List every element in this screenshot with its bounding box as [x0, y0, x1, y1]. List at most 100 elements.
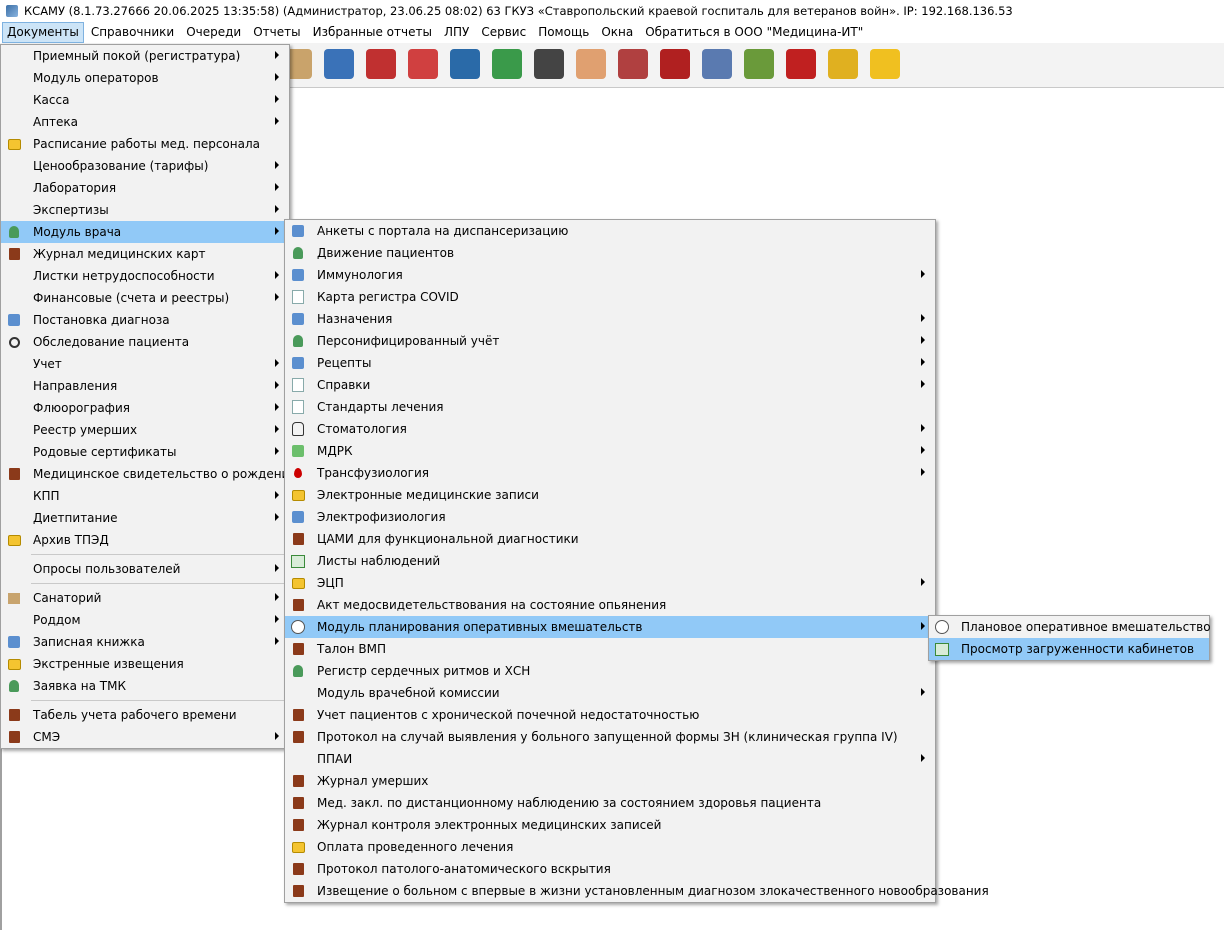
menu1-item[interactable]: Ценообразование (тарифы) [1, 155, 289, 177]
menu1-item[interactable]: Обследование пациента [1, 331, 289, 353]
menu2-item[interactable]: Акт медосвидетельствования на состояние … [285, 594, 935, 616]
menu2-item[interactable]: Стандарты лечения [285, 396, 935, 418]
menu1-item[interactable]: Направления [1, 375, 289, 397]
menu-item-label: Движение пациентов [317, 246, 455, 260]
menu1-item[interactable]: Журнал медицинских карт [1, 243, 289, 265]
nurse-icon[interactable] [576, 49, 606, 79]
medical-card-icon[interactable] [408, 49, 438, 79]
menu1-item[interactable]: Реестр умерших [1, 419, 289, 441]
menu1-item[interactable]: Опросы пользователей [1, 558, 289, 580]
menu3-item[interactable]: Просмотр загруженности кабинетов [929, 638, 1209, 660]
menu1-item[interactable]: Архив ТПЭД [1, 529, 289, 551]
menu2-item[interactable]: Анкеты с портала на диспансеризацию [285, 220, 935, 242]
syringe-book-icon[interactable] [450, 49, 480, 79]
empty-icon-slot [7, 181, 21, 195]
submenu-arrow-icon [921, 446, 925, 454]
menu1-item[interactable]: СМЭ [1, 726, 289, 748]
menu3-item[interactable]: Плановое оперативное вмешательство [929, 616, 1211, 638]
menubar-item-1[interactable]: Справочники [87, 23, 178, 42]
menu-item-label: Листки нетрудоспособности [33, 269, 215, 283]
menu1-item[interactable]: Приемный покой (регистратура) [1, 45, 289, 67]
menu2-item[interactable]: Электронные медицинские записи [285, 484, 935, 506]
menu1-item[interactable]: Медицинское свидетельство о рождении [1, 463, 297, 485]
menubar-item-9[interactable]: Обратиться в ООО "Медицина-ИТ" [641, 23, 867, 42]
menu2-item[interactable]: Модуль врачебной комиссии [285, 682, 935, 704]
menu2-item[interactable]: Листы наблюдений [285, 550, 935, 572]
menu2-item[interactable]: Протокол патолого-анатомического вскрыти… [285, 858, 935, 880]
menu2-item[interactable]: Извещение о больном с впервые в жизни ус… [285, 880, 989, 902]
padlock-icon[interactable] [828, 49, 858, 79]
menu1-item[interactable]: Флюорография [1, 397, 289, 419]
green-icon [291, 444, 305, 458]
menubar-item-8[interactable]: Окна [597, 23, 637, 42]
menu1-item[interactable]: Родовые сертификаты [1, 441, 289, 463]
menu1-item[interactable]: Модуль операторов [1, 67, 289, 89]
menu2-item[interactable]: Назначения [285, 308, 935, 330]
menu1-item[interactable]: Экстренные извещения [1, 653, 289, 675]
menu2-item[interactable]: ЦАМИ для функциональной диагностики [285, 528, 935, 550]
menubar-item-4[interactable]: Избранные отчеты [309, 23, 436, 42]
menu1-item[interactable]: Расписание работы мед. персонала [1, 133, 289, 155]
speech-bubble-icon[interactable] [870, 49, 900, 79]
menu2-item[interactable]: Регистр сердечных ритмов и ХСН [285, 660, 935, 682]
menu-item-label: Роддом [33, 613, 81, 627]
pdf-icon[interactable] [786, 49, 816, 79]
menu2-item[interactable]: Модуль планирования оперативных вмешател… [285, 616, 935, 638]
menu2-item[interactable]: Электрофизиология [285, 506, 935, 528]
menu2-item[interactable]: Оплата проведенного лечения [285, 836, 935, 858]
menubar-item-6[interactable]: Сервис [477, 23, 530, 42]
menu1-item[interactable]: Записная книжка [1, 631, 289, 653]
menu1-item[interactable]: Экспертизы [1, 199, 289, 221]
menubar-item-0[interactable]: Документы [2, 22, 84, 43]
thermometer-icon[interactable] [618, 49, 648, 79]
menu2-item[interactable]: Протокол на случай выявления у больного … [285, 726, 935, 748]
menu2-item[interactable]: Журнал контроля электронных медицинских … [285, 814, 935, 836]
menu2-item[interactable]: Движение пациентов [285, 242, 935, 264]
schedule-icon[interactable] [702, 49, 732, 79]
menu2-item[interactable]: Рецепты [285, 352, 935, 374]
menu1-item[interactable]: КПП [1, 485, 289, 507]
menu1-item[interactable]: Модуль врача [1, 221, 289, 243]
menu1-item[interactable]: Финансовые (счета и реестры) [1, 287, 289, 309]
red-book-icon[interactable] [660, 49, 690, 79]
menu-item-label: Родовые сертификаты [33, 445, 177, 459]
menu2-item[interactable]: Мед. закл. по дистанционному наблюдению … [285, 792, 935, 814]
menu2-item[interactable]: Карта регистра COVID [285, 286, 935, 308]
menubar-item-7[interactable]: Помощь [534, 23, 593, 42]
menu1-item[interactable]: Лаборатория [1, 177, 289, 199]
menu2-item[interactable]: Персонифицированный учёт [285, 330, 935, 352]
menubar-item-3[interactable]: Отчеты [249, 23, 304, 42]
menu1-item[interactable]: Табель учета рабочего времени [1, 704, 289, 726]
menu1-item[interactable]: Постановка диагноза [1, 309, 289, 331]
menu1-item[interactable]: Диетпитание [1, 507, 289, 529]
menu2-item[interactable]: ЭЦП [285, 572, 935, 594]
menu1-item[interactable]: Учет [1, 353, 289, 375]
menu2-item[interactable]: Учет пациентов с хронической почечной не… [285, 704, 935, 726]
note-icon [7, 137, 21, 151]
menu1-item[interactable]: Касса [1, 89, 289, 111]
menubar-item-5[interactable]: ЛПУ [440, 23, 473, 42]
capsule-icon[interactable] [492, 49, 522, 79]
lock-document-icon[interactable] [744, 49, 774, 79]
menu1-item[interactable]: Роддом [1, 609, 289, 631]
menu2-item[interactable]: Трансфузиология [285, 462, 935, 484]
menu-item-label: КПП [33, 489, 60, 503]
menu2-item[interactable]: ППАИ [285, 748, 935, 770]
doctor-module-submenu: Анкеты с портала на диспансеризацию Движе… [284, 219, 989, 903]
menu1-item[interactable]: Аптека [1, 111, 289, 133]
menu2-item[interactable]: МДРК [285, 440, 935, 462]
menu2-item[interactable]: Журнал умерших [285, 770, 935, 792]
menu1-item[interactable]: Санаторий [1, 587, 289, 609]
empty-icon-slot [7, 115, 21, 129]
menubar-item-2[interactable]: Очереди [182, 23, 245, 42]
menu2-item[interactable]: Справки [285, 374, 935, 396]
menu2-item[interactable]: Стоматология [285, 418, 935, 440]
barcode-scanner-icon[interactable] [534, 49, 564, 79]
menu2-item[interactable]: Талон ВМП [285, 638, 935, 660]
menu2-item[interactable]: Иммунология [285, 264, 935, 286]
menu1-item[interactable]: Заявка на ТМК [1, 675, 289, 697]
menu1-item[interactable]: Листки нетрудоспособности [1, 265, 289, 287]
calendar-clock-icon[interactable] [324, 49, 354, 79]
empty-icon-slot [7, 562, 21, 576]
pills-icon[interactable] [366, 49, 396, 79]
